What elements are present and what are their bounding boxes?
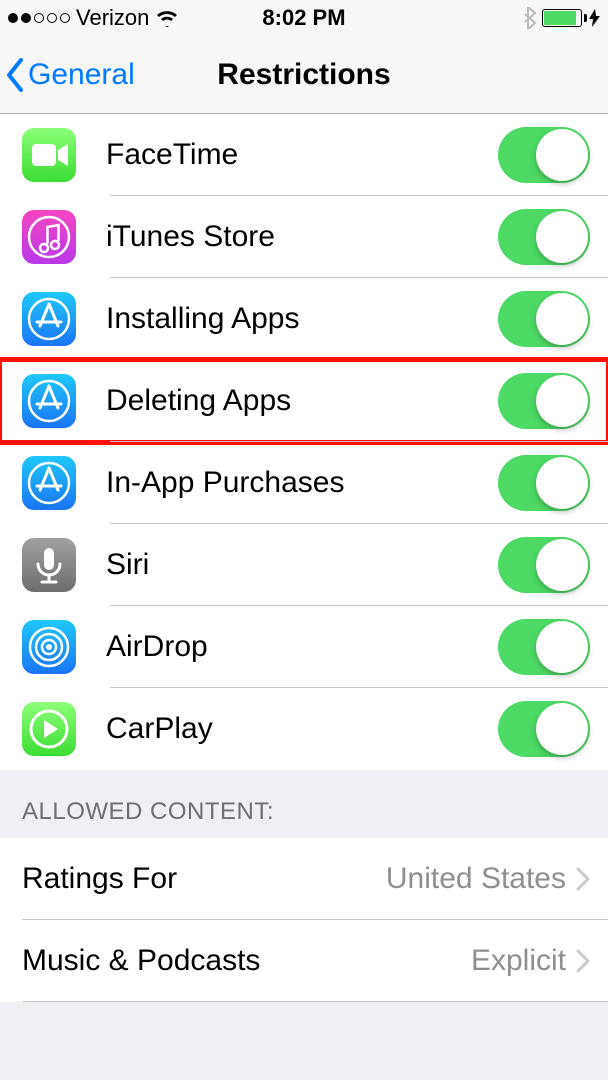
section-header-allowed-content: ALLOWED CONTENT: bbox=[0, 770, 608, 838]
content-row-value: United States bbox=[386, 862, 566, 896]
chevron-left-icon bbox=[6, 58, 24, 92]
app-toggle-siri[interactable] bbox=[498, 537, 590, 593]
facetime-icon bbox=[22, 128, 76, 182]
app-row-delete: Deleting Apps bbox=[0, 360, 608, 442]
allowed-content-list: Ratings ForUnited StatesMusic & Podcasts… bbox=[0, 838, 608, 1002]
content-row-label: Ratings For bbox=[22, 862, 386, 896]
content-row-ratings[interactable]: Ratings ForUnited States bbox=[0, 838, 608, 920]
app-row-label: Installing Apps bbox=[106, 302, 498, 336]
app-toggle-inapp[interactable] bbox=[498, 455, 590, 511]
wifi-icon bbox=[155, 9, 179, 27]
carrier-label: Verizon bbox=[76, 5, 149, 31]
appstore-icon bbox=[22, 374, 76, 428]
back-button[interactable]: General bbox=[0, 58, 135, 92]
content-row-value: Explicit bbox=[471, 944, 566, 978]
app-row-label: iTunes Store bbox=[106, 220, 498, 254]
app-row-facetime: FaceTime bbox=[0, 114, 608, 196]
back-label: General bbox=[28, 58, 135, 92]
content-row-label: Music & Podcasts bbox=[22, 944, 471, 978]
app-row-label: Siri bbox=[106, 548, 498, 582]
app-toggle-facetime[interactable] bbox=[498, 127, 590, 183]
itunes-icon bbox=[22, 210, 76, 264]
app-row-label: In-App Purchases bbox=[106, 466, 498, 500]
nav-bar: General Restrictions bbox=[0, 36, 608, 114]
carplay-icon bbox=[22, 702, 76, 756]
app-row-siri: Siri bbox=[0, 524, 608, 606]
app-row-label: CarPlay bbox=[106, 712, 498, 746]
status-bar: Verizon 8:02 PM bbox=[0, 0, 608, 36]
app-row-itunes: iTunes Store bbox=[0, 196, 608, 278]
app-toggle-airdrop[interactable] bbox=[498, 619, 590, 675]
appstore-icon bbox=[22, 292, 76, 346]
appstore-icon bbox=[22, 456, 76, 510]
chevron-right-icon bbox=[576, 949, 590, 973]
app-row-inapp: In-App Purchases bbox=[0, 442, 608, 524]
app-row-carplay: CarPlay bbox=[0, 688, 608, 770]
app-row-label: Deleting Apps bbox=[106, 384, 498, 418]
app-list: FaceTime iTunes Store Installing Apps Delet… bbox=[0, 114, 608, 770]
app-toggle-itunes[interactable] bbox=[498, 209, 590, 265]
bluetooth-icon bbox=[522, 7, 536, 29]
app-toggle-carplay[interactable] bbox=[498, 701, 590, 757]
app-toggle-install[interactable] bbox=[498, 291, 590, 347]
signal-dots-icon bbox=[8, 13, 70, 23]
app-row-airdrop: AirDrop bbox=[0, 606, 608, 688]
status-time: 8:02 PM bbox=[205, 5, 402, 31]
app-row-label: FaceTime bbox=[106, 138, 498, 172]
siri-icon bbox=[22, 538, 76, 592]
content-row-music[interactable]: Music & PodcastsExplicit bbox=[0, 920, 608, 1002]
app-row-label: AirDrop bbox=[106, 630, 498, 664]
charging-icon bbox=[589, 9, 600, 27]
airdrop-icon bbox=[22, 620, 76, 674]
battery-icon bbox=[542, 9, 600, 27]
app-toggle-delete[interactable] bbox=[498, 373, 590, 429]
chevron-right-icon bbox=[576, 867, 590, 891]
page-title: Restrictions bbox=[217, 58, 390, 92]
app-row-install: Installing Apps bbox=[0, 278, 608, 360]
